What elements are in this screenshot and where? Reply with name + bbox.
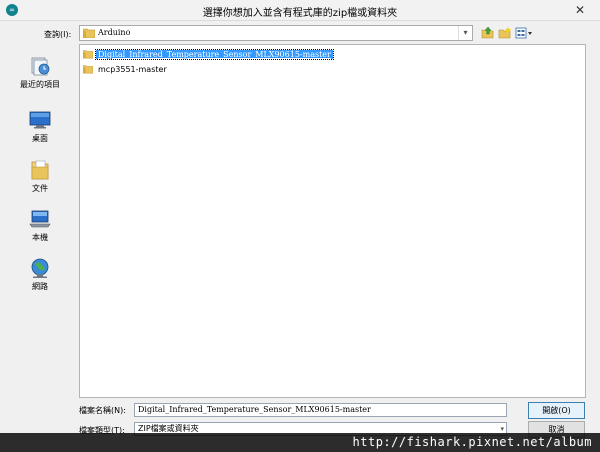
place-label: 網路 [32,282,48,291]
watermark-text: http://fishark.pixnet.net/album [352,435,592,449]
list-item[interactable]: mcp3551-master [83,63,169,75]
window-title: 選擇你想加入並含有程式庫的zip檔或資料夾 [202,8,398,19]
lookin-value: Arduino [98,28,131,37]
filetype-value: ZIP檔案或資料夾 [138,424,199,433]
open-button[interactable]: 開啟(O) [528,402,585,419]
folder-icon [83,28,95,38]
title-bar: ∞ 選擇你想加入並含有程式庫的zip檔或資料夾 ✕ [0,0,600,21]
folder-icon [83,50,93,59]
file-name: Digital_Infrared_Temperature_Sensor_MLX9… [95,48,334,60]
filename-label: 檔案名稱(N): [79,406,126,415]
file-list[interactable]: Digital_Infrared_Temperature_Sensor_MLX9… [79,44,586,398]
place-desktop[interactable]: 桌面 [7,109,73,153]
place-this-pc[interactable]: 本機 [7,208,73,252]
view-menu-icon[interactable] [515,26,533,40]
places-bar: 最近的項目 桌面 文件 本機 網路 [7,47,73,382]
place-network[interactable]: 網路 [7,257,73,301]
place-label: 桌面 [32,134,48,143]
recent-items-icon [31,57,50,76]
network-icon [31,258,49,278]
place-label: 最近的項目 [20,80,60,89]
place-documents[interactable]: 文件 [7,159,73,203]
file-name: mcp3551-master [98,64,167,74]
desktop-icon [29,111,51,129]
toolbar [481,25,533,41]
place-label: 文件 [32,184,48,193]
new-folder-icon[interactable] [498,26,512,40]
list-item[interactable]: Digital_Infrared_Temperature_Sensor_MLX9… [83,48,334,60]
chevron-down-icon[interactable]: ▾ [458,26,472,40]
lookin-label: 查詢(I): [44,30,72,39]
folder-icon [83,65,93,74]
watermark-bar: http://fishark.pixnet.net/album [0,433,600,452]
computer-icon [29,210,51,228]
place-label: 本機 [32,233,48,242]
place-recent-items[interactable]: 最近的項目 [7,55,73,99]
close-button[interactable]: ✕ [568,1,592,19]
lookin-dropdown[interactable]: Arduino ▾ [79,25,473,41]
documents-icon [31,160,49,180]
filename-field[interactable]: Digital_Infrared_Temperature_Sensor_MLX9… [134,403,507,417]
up-folder-icon[interactable] [481,26,495,40]
